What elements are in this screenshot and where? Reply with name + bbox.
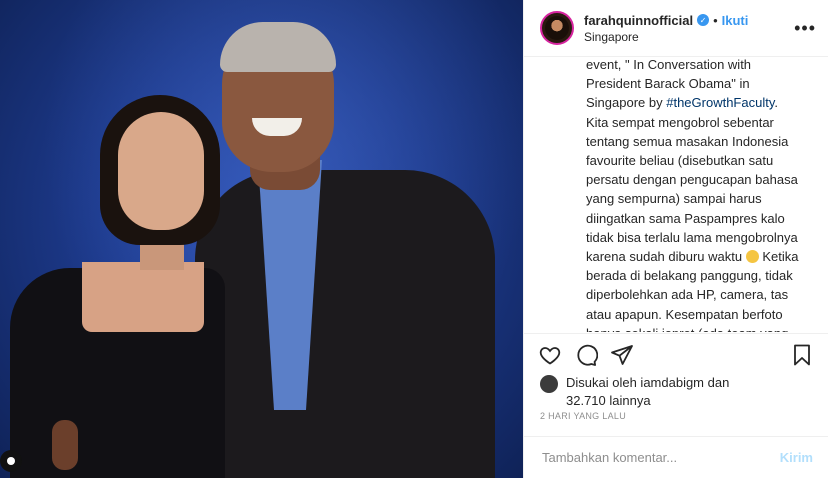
comment-input[interactable] — [540, 449, 780, 466]
verified-badge-icon: ✓ — [697, 14, 710, 26]
post-comment-button[interactable]: Kirim — [780, 450, 813, 465]
username-link[interactable]: farahquinnofficial — [584, 13, 693, 28]
post-timestamp[interactable]: 2 HARI YANG LALU — [540, 411, 626, 421]
grinning-sweat-emoji-icon — [745, 250, 759, 264]
hashtag-link[interactable]: #theGrowthFaculty — [666, 95, 774, 110]
post-photo[interactable] — [0, 0, 523, 478]
bookmark-icon[interactable] — [790, 343, 814, 367]
likes-summary: Disukai oleh iamdabigm dan 32.710 lainny… — [540, 374, 729, 410]
share-icon[interactable] — [610, 343, 634, 367]
profile-avatar[interactable] — [540, 11, 574, 45]
follow-button[interactable]: Ikuti — [722, 13, 749, 28]
more-options-icon[interactable]: ••• — [794, 18, 816, 39]
post-header: farahquinnofficial ✓ • Ikuti Singapore •… — [524, 0, 828, 57]
caption-part-2: . Kita sempat mengobrol sebentar tentang… — [586, 95, 798, 265]
header-text: farahquinnofficial ✓ • Ikuti Singapore — [584, 13, 794, 44]
likes-line-2: 32.710 lainnya — [566, 393, 651, 408]
location-link[interactable]: Singapore — [584, 30, 794, 44]
likes-text[interactable]: Disukai oleh iamdabigm dan 32.710 lainny… — [566, 374, 729, 410]
heart-icon[interactable] — [538, 343, 562, 367]
post-sidebar: farahquinnofficial ✓ • Ikuti Singapore •… — [523, 0, 828, 478]
caption-text: event, " In Conversation with President … — [586, 57, 801, 332]
separator-dot: • — [713, 12, 718, 28]
man-hair — [220, 22, 336, 72]
header-line: farahquinnofficial ✓ • Ikuti — [584, 13, 794, 28]
user-tag-icon[interactable] — [0, 450, 22, 472]
comment-icon[interactable] — [574, 343, 598, 367]
avatar-image — [545, 16, 569, 40]
comment-bar: Kirim — [524, 436, 828, 478]
caption-scroll-area[interactable]: event, " In Conversation with President … — [524, 57, 828, 332]
likes-line-1: Disukai oleh iamdabigm dan — [566, 375, 730, 390]
liker-avatar[interactable] — [540, 375, 558, 393]
man-suit — [195, 170, 495, 478]
woman-neckline — [82, 262, 204, 332]
instagram-post: farahquinnofficial ✓ • Ikuti Singapore •… — [0, 0, 828, 478]
man-hand — [52, 420, 78, 470]
woman-face — [118, 112, 204, 230]
action-bar — [524, 333, 828, 377]
